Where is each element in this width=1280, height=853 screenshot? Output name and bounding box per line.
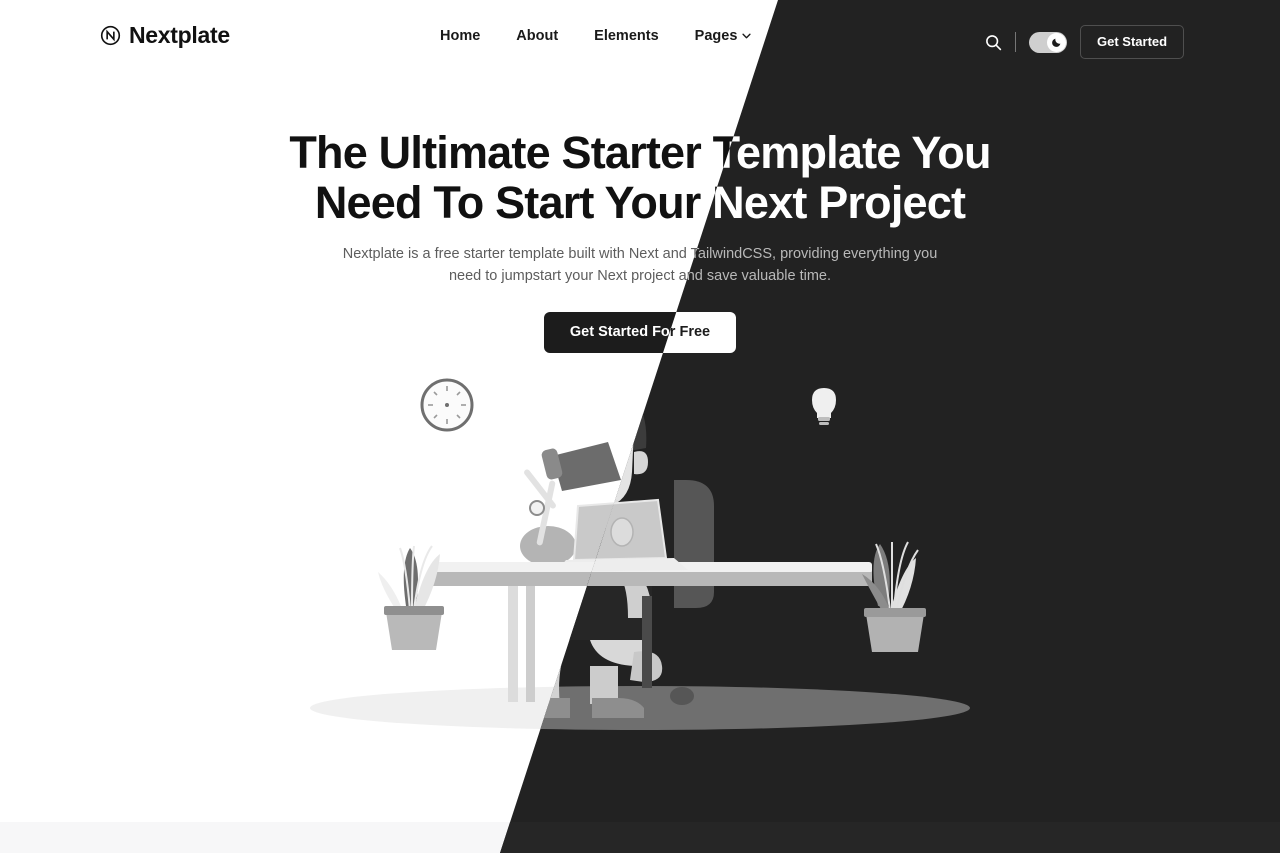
search-icon[interactable] (985, 34, 1002, 51)
get-started-button[interactable]: Get Started (1080, 25, 1185, 59)
nav-item-pages[interactable]: Pages (695, 28, 752, 44)
header-divider (1015, 32, 1016, 52)
nav-label: Home (440, 28, 481, 44)
nav-label: Elements (594, 28, 659, 44)
nav-item-home[interactable]: Home (440, 28, 480, 44)
header-actions-dark: Get Started (985, 25, 1195, 59)
lightbulb-icon (812, 388, 836, 425)
brand-name: Nextplate (129, 22, 230, 48)
theme-toggle[interactable] (1029, 31, 1067, 53)
nav-item-about[interactable]: About (516, 28, 558, 44)
theme-toggle-knob (1047, 32, 1066, 52)
nav-item-elements[interactable]: Elements (594, 28, 658, 44)
nav-label: About (516, 28, 559, 44)
moon-icon (1051, 38, 1060, 47)
hero-page: Nextplate Home About Elements Pages The … (0, 0, 1280, 853)
chevron-down-icon (742, 33, 752, 39)
brand-logo[interactable]: Nextplate (100, 24, 230, 47)
main-nav: Home About Elements Pages (440, 28, 780, 44)
nav-label: Pages (694, 28, 738, 44)
circled-n-logo-icon (100, 25, 121, 46)
